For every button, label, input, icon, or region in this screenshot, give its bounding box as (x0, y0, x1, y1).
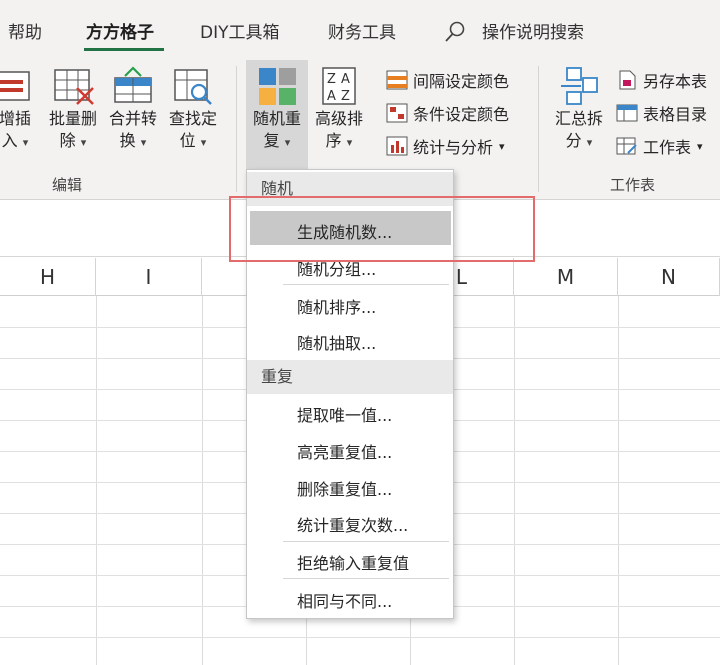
annotation-highlight-box (229, 196, 535, 262)
worksheet-menu-button[interactable]: 工作表 ▾ (616, 134, 703, 158)
dropdown-arrow-icon: ▾ (22, 136, 29, 149)
condition-color-button[interactable]: 条件设定颜色 (386, 101, 509, 125)
dropdown-arrow-icon: ▾ (284, 136, 291, 149)
menu-item-same-different[interactable]: 相同与不同... (297, 588, 392, 612)
find-locate-button[interactable]: 查找定 位 ▾ (164, 66, 222, 154)
column-header-h[interactable]: H (0, 258, 96, 296)
column-header-n[interactable]: N (618, 258, 720, 296)
search-box[interactable]: 操作说明搜索 (482, 18, 584, 43)
group-separator (236, 66, 237, 192)
menu-item-random-sort[interactable]: 随机排序... (297, 294, 376, 318)
menu-item-random-pick[interactable]: 随机抽取... (297, 330, 376, 354)
interval-color-icon (386, 70, 408, 90)
dropdown-arrow-icon: ▾ (586, 136, 593, 149)
dropdown-arrow-icon: ▾ (80, 136, 87, 149)
tab-finance-tools[interactable]: 财务工具 (328, 18, 396, 43)
dropdown-arrow-icon: ▾ (140, 136, 147, 149)
tab-fangfang[interactable]: 方方格子 (86, 18, 154, 43)
batch-delete-icon (51, 66, 95, 106)
worksheet-icon (616, 137, 637, 155)
save-copy-icon (619, 70, 636, 90)
column-header-m[interactable]: M (514, 258, 618, 296)
menu-item-highlight-duplicates[interactable]: 高亮重复值... (297, 439, 392, 463)
random-repeat-icon (255, 66, 299, 106)
tab-diy-toolbox[interactable]: DIY工具箱 (200, 18, 280, 43)
insert-button[interactable]: 增插 入 ▾ (0, 66, 40, 154)
interval-color-button[interactable]: 间隔设定颜色 (386, 68, 509, 92)
table-index-icon (616, 104, 638, 122)
summary-split-button[interactable]: 汇总拆 分 ▾ (550, 66, 608, 154)
menu-divider (283, 541, 449, 542)
save-copy-button[interactable]: 另存本表 (616, 68, 707, 92)
summary-split-icon (557, 66, 601, 106)
grid-line (514, 296, 515, 665)
column-header-i[interactable]: I (96, 258, 202, 296)
ribbon-tab-bar: 帮助 方方格子 DIY工具箱 财务工具 操作说明搜索 (0, 0, 720, 60)
grid-line (202, 296, 203, 665)
menu-section-repeat: 重复 (247, 360, 453, 394)
active-tab-indicator (84, 48, 164, 51)
group-label-edit: 编辑 (52, 176, 83, 194)
tab-help[interactable]: 帮助 (8, 18, 42, 43)
svg-text:Z: Z (341, 89, 350, 104)
menu-item-reject-duplicates[interactable]: 拒绝输入重复值 (297, 550, 409, 574)
menu-item-extract-unique[interactable]: 提取唯一值... (297, 402, 392, 426)
search-icon[interactable] (444, 20, 466, 48)
grid-line (96, 296, 97, 665)
menu-item-count-duplicates[interactable]: 统计重复次数... (297, 512, 408, 536)
svg-text:A: A (341, 72, 350, 87)
stats-analysis-icon (386, 136, 408, 156)
grid-line (618, 296, 619, 665)
advanced-sort-button[interactable]: ZAAZ 高级排 序 ▾ (310, 66, 368, 154)
group-separator (538, 66, 539, 192)
svg-text:Z: Z (327, 72, 336, 87)
menu-item-delete-duplicates[interactable]: 删除重复值... (297, 476, 392, 500)
insert-icon (0, 66, 37, 106)
grid-line (0, 637, 720, 638)
condition-color-icon (386, 103, 408, 123)
table-index-button[interactable]: 表格目录 (616, 101, 707, 125)
dropdown-arrow-icon: ▾ (499, 139, 505, 153)
dropdown-arrow-icon: ▾ (200, 136, 207, 149)
merge-convert-button[interactable]: 合并转 换 ▾ (104, 66, 162, 154)
svg-text:A: A (327, 89, 336, 104)
menu-divider (283, 578, 449, 579)
menu-divider (283, 284, 449, 285)
sort-az-icon: ZAAZ (317, 66, 361, 106)
stats-analysis-button[interactable]: 统计与分析 ▾ (386, 134, 505, 158)
merge-convert-icon (111, 66, 155, 106)
find-locate-icon (171, 66, 215, 106)
group-label-worksheet: 工作表 (610, 176, 656, 194)
batch-delete-button[interactable]: 批量删 除 ▾ (44, 66, 102, 154)
dropdown-arrow-icon: ▾ (697, 139, 703, 153)
random-repeat-button[interactable]: 随机重 复 ▾ (246, 60, 308, 169)
dropdown-arrow-icon: ▾ (346, 136, 353, 149)
